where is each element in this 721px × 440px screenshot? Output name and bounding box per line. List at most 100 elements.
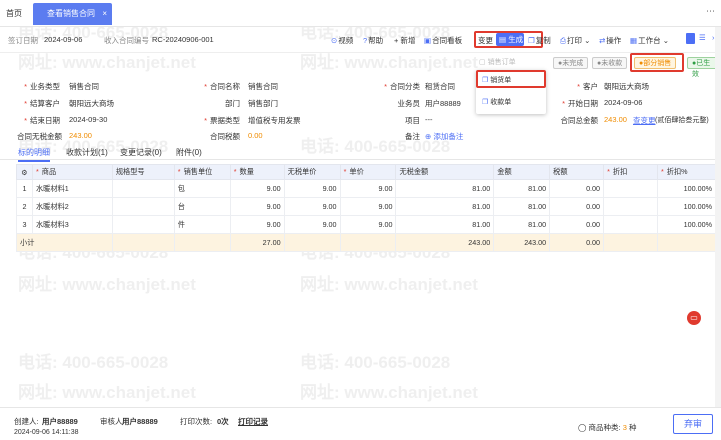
table-header: ⚙ * 商品 规格型号 * 销售单位 * 数量 无税单价 * 单价 无税金额 金额 税额… xyxy=(16,164,717,180)
cell-price[interactable]: 9.00 xyxy=(339,215,397,234)
cell-no-tax-price[interactable]: 9.00 xyxy=(283,215,341,234)
tab-subject-detail[interactable]: 标的明细 xyxy=(18,147,50,162)
view-change-link[interactable]: 查变更 xyxy=(633,115,656,126)
menu-item-sales-delivery[interactable]: ❐ 销货单 xyxy=(482,75,511,85)
copy-button[interactable]: ❐复制 xyxy=(528,35,551,46)
biz-type-value: 销售合同 xyxy=(69,82,99,91)
operations-button[interactable]: ⇄操作 xyxy=(599,35,621,46)
footer: 创建人: 用户88889 2024-09-06 14:11:38 审核人: 用户… xyxy=(0,407,721,440)
watermark-phone: 电话: 400-665-0028 xyxy=(300,353,451,372)
cell-spec[interactable] xyxy=(111,197,175,216)
tab-view-sales-contract[interactable]: 查看销售合同 × xyxy=(33,3,112,25)
settings-icon[interactable]: ⚙ xyxy=(16,164,33,180)
cell-qty[interactable]: 9.00 xyxy=(229,197,285,216)
subtotal-empty xyxy=(339,233,397,252)
cell-amount[interactable]: 81.00 xyxy=(493,179,551,198)
cell-spec[interactable] xyxy=(111,179,175,198)
scrollbar[interactable] xyxy=(715,27,721,407)
print-record-link[interactable]: 打印记录 xyxy=(238,416,268,427)
watermark-site: 网址: www.chanjet.net xyxy=(300,383,478,402)
cell-tax[interactable]: 0.00 xyxy=(549,179,605,198)
add-button[interactable]: + 新增 xyxy=(394,35,415,46)
generate-label: 生成 xyxy=(508,35,524,44)
remark-label: 备注 xyxy=(405,132,420,141)
kinds-icon: ◯ xyxy=(578,423,587,432)
subtotal-empty xyxy=(173,233,231,252)
end-date-label: * 结束日期 xyxy=(24,116,60,125)
reviewer-label: 审核人: xyxy=(100,417,125,426)
cell-no-tax-amount[interactable]: 81.00 xyxy=(395,215,495,234)
print-count-value: 0次 xyxy=(217,417,229,426)
contract-board-button[interactable]: ▣合同看板 xyxy=(424,35,462,46)
tab-attachment[interactable]: 附件(0) xyxy=(176,147,202,158)
settle-customer-label-text: 结算客户 xyxy=(30,99,60,108)
cell-amount[interactable]: 81.00 xyxy=(493,197,551,216)
cell-product[interactable]: 水暖材料2 xyxy=(31,197,113,216)
cell-discount[interactable] xyxy=(603,215,658,234)
tab-home[interactable]: 首页 xyxy=(6,3,22,25)
tab-change-record[interactable]: 变更记录(0) xyxy=(120,147,162,158)
row-index: 1 xyxy=(16,179,33,198)
cell-qty[interactable]: 9.00 xyxy=(229,179,285,198)
video-button[interactable]: ⊙视频 xyxy=(331,35,353,46)
watermark-site: 网址: www.chanjet.net xyxy=(18,275,196,294)
help-button[interactable]: ?帮助 xyxy=(363,35,383,46)
floating-action-icon[interactable]: ▭ xyxy=(687,311,701,325)
cell-price[interactable]: 9.00 xyxy=(339,197,397,216)
table-row[interactable]: 1 水暖材料1 包 9.00 9.00 9.00 81.00 81.00 0.0… xyxy=(16,179,717,198)
chevron-down-icon: ⌄ xyxy=(662,36,669,45)
contract-no-value: RC-20240906-001 xyxy=(152,35,214,44)
cell-product[interactable]: 水暖材料3 xyxy=(31,215,113,234)
board-label: 合同看板 xyxy=(432,36,463,45)
customer-label-text: 客户 xyxy=(583,82,598,91)
more-icon[interactable]: ⋯ xyxy=(706,6,715,17)
cell-no-tax-price[interactable]: 9.00 xyxy=(283,197,341,216)
cell-unit[interactable]: 件 xyxy=(173,215,231,234)
board-icon: ▣ xyxy=(424,36,432,45)
cell-no-tax-price[interactable]: 9.00 xyxy=(283,179,341,198)
unreview-button[interactable]: 弃审 xyxy=(673,414,713,434)
close-icon[interactable]: × xyxy=(102,3,107,25)
cell-unit[interactable]: 包 xyxy=(173,179,231,198)
change-button[interactable]: 变更 xyxy=(478,35,493,46)
copy-icon: ❐ xyxy=(528,36,535,45)
table-row[interactable]: 2 水暖材料2 台 9.00 9.00 9.00 81.00 81.00 0.0… xyxy=(16,197,717,216)
cell-tax[interactable]: 0.00 xyxy=(549,215,605,234)
cell-no-tax-amount[interactable]: 81.00 xyxy=(395,179,495,198)
cell-amount[interactable]: 81.00 xyxy=(493,215,551,234)
video-icon: ⊙ xyxy=(331,36,338,45)
cell-spec[interactable] xyxy=(111,215,175,234)
sales-order-icon: ▢ xyxy=(479,59,486,66)
table-row[interactable]: 3 水暖材料3 件 9.00 9.00 9.00 81.00 81.00 0.0… xyxy=(16,215,717,234)
cell-product[interactable]: 水暖材料1 xyxy=(31,179,113,198)
cell-discount-pct[interactable]: 100.00% xyxy=(656,197,717,216)
cell-discount-pct[interactable]: 100.00% xyxy=(656,179,717,198)
tab-payment-plan[interactable]: 收款计划(1) xyxy=(66,147,108,158)
print-button[interactable]: ⎙打印 ⌄ xyxy=(560,35,590,46)
salesman-label: 业务员 xyxy=(397,99,421,108)
list-view-icon[interactable]: ☰ xyxy=(699,33,706,42)
subtotal-qty: 27.00 xyxy=(229,233,285,252)
add-icon: ⊕ xyxy=(425,132,432,141)
menu-item-receipt[interactable]: ❐ 收款单 xyxy=(482,97,511,107)
cell-no-tax-amount[interactable]: 81.00 xyxy=(395,197,495,216)
cell-discount[interactable] xyxy=(603,179,658,198)
cell-discount[interactable] xyxy=(603,197,658,216)
sales-order-disabled: ▢ 销售订单 xyxy=(479,57,539,69)
cell-price[interactable]: 9.00 xyxy=(339,179,397,198)
cell-discount-pct[interactable]: 100.00% xyxy=(656,215,717,234)
cell-unit[interactable]: 台 xyxy=(173,197,231,216)
layout-toggle-icon[interactable] xyxy=(686,33,695,44)
cell-tax[interactable]: 0.00 xyxy=(549,197,605,216)
settle-customer-label: * 结算客户 xyxy=(24,99,60,108)
generate-button[interactable]: ▤ 生成 xyxy=(496,33,524,46)
invoice-type-label-text: 票据类型 xyxy=(210,116,240,125)
col-no-tax-amount: 无税金额 xyxy=(395,164,495,180)
created-time: 2024-09-06 14:11:38 xyxy=(14,429,79,436)
workbench-button[interactable]: ▦工作台 ⌄ xyxy=(630,35,669,46)
add-remark-button[interactable]: ⊕ 添加备注 xyxy=(425,131,463,142)
biz-type-label: * 业务类型 xyxy=(24,82,60,91)
status-unpaid-label: 未收款 xyxy=(601,60,623,67)
contract-no-label: 收入合同编号 xyxy=(104,36,149,45)
cell-qty[interactable]: 9.00 xyxy=(229,215,285,234)
